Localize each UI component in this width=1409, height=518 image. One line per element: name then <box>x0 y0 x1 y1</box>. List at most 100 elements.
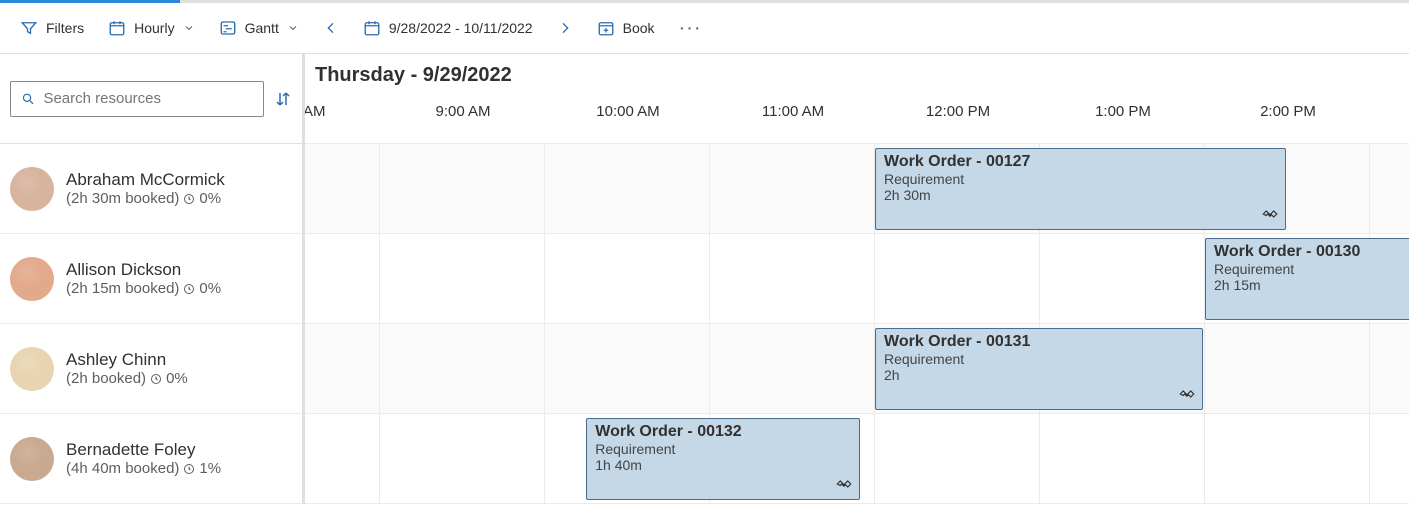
date-range-label: 9/28/2022 - 10/11/2022 <box>389 20 533 36</box>
avatar <box>10 347 54 391</box>
hour-label-text: 2:00 PM <box>1260 103 1316 120</box>
gantt-label: Gantt <box>245 20 279 36</box>
timeline-cell[interactable] <box>1370 144 1409 233</box>
resource-name: Bernadette Foley <box>66 440 221 460</box>
hour-label-text: 1:00 PM <box>1095 103 1151 120</box>
hour-label-text: 10:00 AM <box>596 103 659 120</box>
handshake-icon <box>1261 205 1279 223</box>
resource-meta: (2h 15m booked) 0% <box>66 280 221 297</box>
booking-subtitle: Requirement <box>884 171 1277 187</box>
resource-row[interactable]: Bernadette Foley (4h 40m booked) 1% <box>0 414 302 504</box>
hour-label: 2:00 PM <box>1288 103 1409 120</box>
timeline-header: Thursday - 9/29/2022 8:00 AM 9:00 AM 10:00… <box>305 54 1409 144</box>
booking-subtitle: Requirement <box>884 351 1194 367</box>
book-icon <box>597 19 615 37</box>
timeline-cell[interactable] <box>710 234 875 323</box>
search-icon <box>21 91 35 107</box>
booking-duration: 1h 40m <box>595 457 851 473</box>
timeline-cell[interactable] <box>1370 414 1409 503</box>
timeline-cell[interactable] <box>1205 324 1370 413</box>
book-label: Book <box>623 20 655 36</box>
timeline-cell[interactable] <box>305 324 380 413</box>
timeline-cell[interactable] <box>1040 414 1205 503</box>
resource-meta: (2h booked) 0% <box>66 370 188 387</box>
timeline-cell[interactable] <box>305 234 380 323</box>
timeline-cell[interactable] <box>380 144 545 233</box>
timeline-cell[interactable] <box>380 234 545 323</box>
filters-button[interactable]: Filters <box>20 3 84 53</box>
date-range-picker[interactable]: 9/28/2022 - 10/11/2022 <box>363 3 533 53</box>
handshake-icon <box>1178 385 1196 403</box>
resource-name: Allison Dickson <box>66 260 221 280</box>
timeline-cell[interactable] <box>380 414 545 503</box>
handshake-icon <box>835 475 853 493</box>
booking-block[interactable]: Work Order - 00132 Requirement 1h 40m <box>586 418 860 500</box>
gantt-dropdown[interactable]: Gantt <box>219 3 299 53</box>
timeline-cell[interactable] <box>545 144 710 233</box>
avatar <box>10 257 54 301</box>
booking-subtitle: Requirement <box>1214 261 1409 277</box>
more-actions-button[interactable]: ··· <box>679 17 702 40</box>
timeline-cell[interactable] <box>305 414 380 503</box>
booking-title: Work Order - 00127 <box>884 153 1277 171</box>
timeline-cell[interactable] <box>545 234 710 323</box>
resource-row[interactable]: Abraham McCormick (2h 30m booked) 0% <box>0 144 302 234</box>
booking-subtitle: Requirement <box>595 441 851 457</box>
toolbar: Filters Hourly Gantt 9/28/2022 - 10/11/2… <box>0 0 1409 54</box>
clock-icon <box>183 193 195 205</box>
prev-button[interactable] <box>323 20 339 36</box>
avatar <box>10 167 54 211</box>
timeline-cell[interactable] <box>305 144 380 233</box>
calendar-icon <box>108 19 126 37</box>
clock-icon <box>183 283 195 295</box>
booking-duration: 2h 15m <box>1214 277 1409 293</box>
timeline-cell[interactable] <box>875 414 1040 503</box>
calendar-range-icon <box>363 19 381 37</box>
timeline-row[interactable] <box>305 324 1409 414</box>
timeline-cell[interactable] <box>545 324 710 413</box>
book-button[interactable]: Book <box>597 3 655 53</box>
filters-label: Filters <box>46 20 84 36</box>
timeline-cell[interactable] <box>710 144 875 233</box>
booking-title: Work Order - 00130 <box>1214 243 1409 261</box>
booking-block[interactable]: Work Order - 00130 Requirement 2h 15m <box>1205 238 1409 320</box>
booking-duration: 2h <box>884 367 1194 383</box>
clock-icon <box>150 373 162 385</box>
search-input-wrapper[interactable] <box>10 81 264 117</box>
timeline-date-label: Thursday - 9/29/2022 <box>305 64 1409 87</box>
hour-label-text: 8:00 AM <box>305 103 326 120</box>
hour-label-text: 12:00 PM <box>926 103 990 120</box>
hourly-label: Hourly <box>134 20 174 36</box>
resource-row[interactable]: Ashley Chinn (2h booked) 0% <box>0 324 302 414</box>
booking-block[interactable]: Work Order - 00127 Requirement 2h 30m <box>875 148 1286 230</box>
sort-button[interactable] <box>274 90 292 108</box>
resource-name: Ashley Chinn <box>66 350 188 370</box>
chevron-down-icon <box>287 22 299 34</box>
timeline-cell[interactable] <box>710 324 875 413</box>
booking-title: Work Order - 00132 <box>595 423 851 441</box>
hour-label-text: 11:00 AM <box>762 103 824 120</box>
gantt-icon <box>219 19 237 37</box>
resource-row[interactable]: Allison Dickson (2h 15m booked) 0% <box>0 234 302 324</box>
resource-meta: (2h 30m booked) 0% <box>66 190 225 207</box>
timeline-cell[interactable] <box>1205 414 1370 503</box>
search-input[interactable] <box>43 90 253 107</box>
timeline-cell[interactable] <box>1040 234 1205 323</box>
hour-label-text: 9:00 AM <box>435 103 490 120</box>
avatar <box>10 437 54 481</box>
hourly-dropdown[interactable]: Hourly <box>108 3 194 53</box>
booking-duration: 2h 30m <box>884 187 1277 203</box>
chevron-down-icon <box>183 22 195 34</box>
timeline-cell[interactable] <box>380 324 545 413</box>
schedule-timeline: Thursday - 9/29/2022 8:00 AM 9:00 AM 10:00… <box>305 54 1409 504</box>
timeline-cell[interactable] <box>1370 324 1409 413</box>
booking-title: Work Order - 00131 <box>884 333 1194 351</box>
resource-sidebar: Abraham McCormick (2h 30m booked) 0% All… <box>0 54 305 504</box>
resource-name: Abraham McCormick <box>66 170 225 190</box>
timeline-cell[interactable] <box>875 234 1040 323</box>
next-button[interactable] <box>557 20 573 36</box>
resource-meta: (4h 40m booked) 1% <box>66 460 221 477</box>
clock-icon <box>183 463 195 475</box>
booking-block[interactable]: Work Order - 00131 Requirement 2h <box>875 328 1203 410</box>
filter-icon <box>20 19 38 37</box>
